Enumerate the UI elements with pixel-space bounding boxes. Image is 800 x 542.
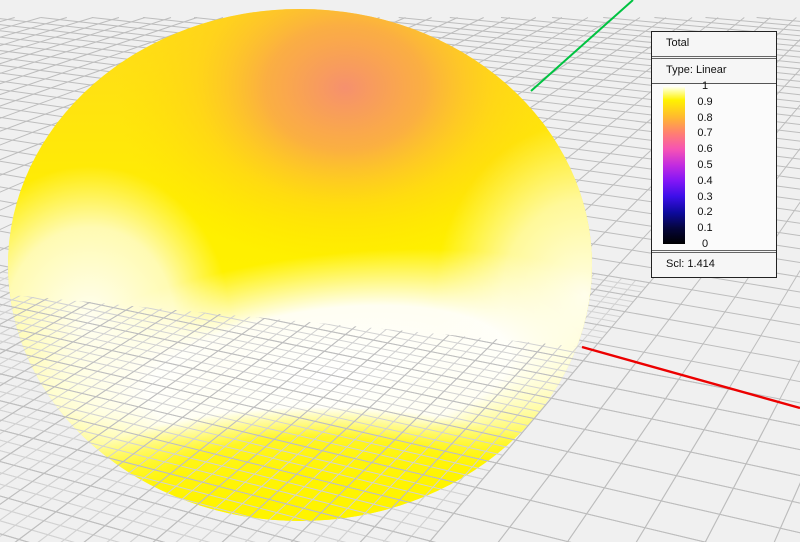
legend-scale-label: Scl: 1.414 [652,250,776,277]
tick-label: 0.5 [692,158,718,174]
tick-label: 1 [692,79,718,95]
colorbar-gradient [663,86,685,244]
tick-label: 0.4 [692,174,718,190]
tick-label: 0.3 [692,190,718,206]
tick-label: 0.1 [692,221,718,237]
colorbar-ticks: 1 0.9 0.8 0.7 0.6 0.5 0.4 0.3 0.2 0.1 0 [692,79,718,253]
tick-label: 0.6 [692,142,718,158]
tick-label: 0 [692,237,718,253]
tick-label: 0.7 [692,126,718,142]
legend-panel: Total Type: Linear 1 0.9 0.8 0.7 0.6 0.5… [651,31,777,278]
viewport-3d[interactable]: Total Type: Linear 1 0.9 0.8 0.7 0.6 0.5… [0,0,800,542]
x-axis-line [582,347,800,408]
tick-label: 0.8 [692,111,718,127]
tick-label: 0.9 [692,95,718,111]
tick-label: 0.2 [692,205,718,221]
legend-title: Total [652,32,776,59]
legend-colorbar-area: 1 0.9 0.8 0.7 0.6 0.5 0.4 0.3 0.2 0.1 0 [652,84,776,250]
